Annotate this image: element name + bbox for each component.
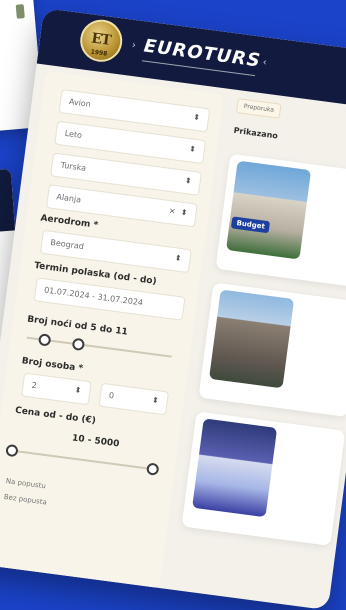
sort-chip[interactable]: Preporuka (235, 98, 282, 119)
children-select[interactable]: 0 ⬍ (98, 382, 169, 416)
card-header-strip (0, 168, 16, 235)
price-slider-track[interactable] (11, 449, 157, 471)
company-logo[interactable]: ET 1998 (77, 17, 125, 65)
updown-caret-icon: ⬍ (74, 385, 82, 396)
hotel-card[interactable] (181, 411, 346, 546)
children-value: 0 (108, 390, 115, 401)
logo-initials: ET (90, 30, 112, 49)
airport-label: Aerodrom * (39, 213, 99, 231)
hotel-photo[interactable] (192, 418, 278, 518)
airport-value: Beograd (49, 237, 85, 252)
chevron-right-icon: › (131, 39, 137, 52)
country-value: Turska (60, 160, 87, 173)
season-value: Leto (64, 128, 83, 141)
updown-caret-icon: ⬍ (184, 175, 193, 186)
term-date-range-input[interactable]: 01.07.2024 - 31.07.2024 (33, 277, 186, 321)
adults-value: 2 (31, 380, 38, 391)
clear-icon[interactable]: × (168, 206, 176, 216)
discount-checkbox[interactable]: Na popustu (5, 477, 46, 490)
updown-caret-icon: ⬍ (174, 253, 183, 264)
nights-min-handle[interactable] (37, 333, 52, 347)
results-count-label: Prikazano (233, 125, 279, 141)
price-max-handle[interactable] (146, 462, 160, 476)
hotel-card[interactable]: Budget (215, 153, 346, 289)
nights-to: do (98, 324, 113, 336)
logo-year: 1998 (90, 48, 108, 58)
brand-name[interactable]: EUROTURS (143, 35, 263, 71)
nights-min: 5 (89, 322, 98, 334)
price-label: Cena od - do (€) (14, 405, 97, 427)
transport-value: Avion (68, 97, 92, 109)
updown-caret-icon: ⬍ (180, 207, 189, 218)
search-page-panel: ET 1998 › EUROTURS ‹ Avion ⬍ Leto ⬍ Turska… (0, 8, 346, 610)
hotel-photo[interactable] (209, 289, 295, 389)
term-value: 01.07.2024 - 31.07.2024 (43, 285, 144, 308)
hotel-photo[interactable] (225, 160, 312, 260)
nights-max: 11 (114, 326, 129, 338)
updown-caret-icon: ⬍ (151, 395, 160, 406)
persons-label: Broj osoba * (21, 356, 84, 375)
nights-max-handle[interactable] (71, 337, 86, 352)
updown-caret-icon: ⬍ (188, 144, 197, 154)
price-min-handle[interactable] (5, 443, 19, 458)
destination-value: Alanja (55, 192, 82, 205)
price-range-value: 10 - 5000 (71, 433, 120, 450)
no-discount-checkbox[interactable]: Bez popusta (3, 493, 47, 507)
chevron-left-icon: ‹ (262, 57, 268, 69)
nights-label-text: Broj noći od (26, 314, 88, 333)
adults-select[interactable]: 2 ⬍ (21, 372, 92, 406)
updown-caret-icon: ⬍ (192, 112, 201, 123)
hotel-card[interactable] (198, 282, 346, 418)
card-accent (15, 4, 25, 19)
